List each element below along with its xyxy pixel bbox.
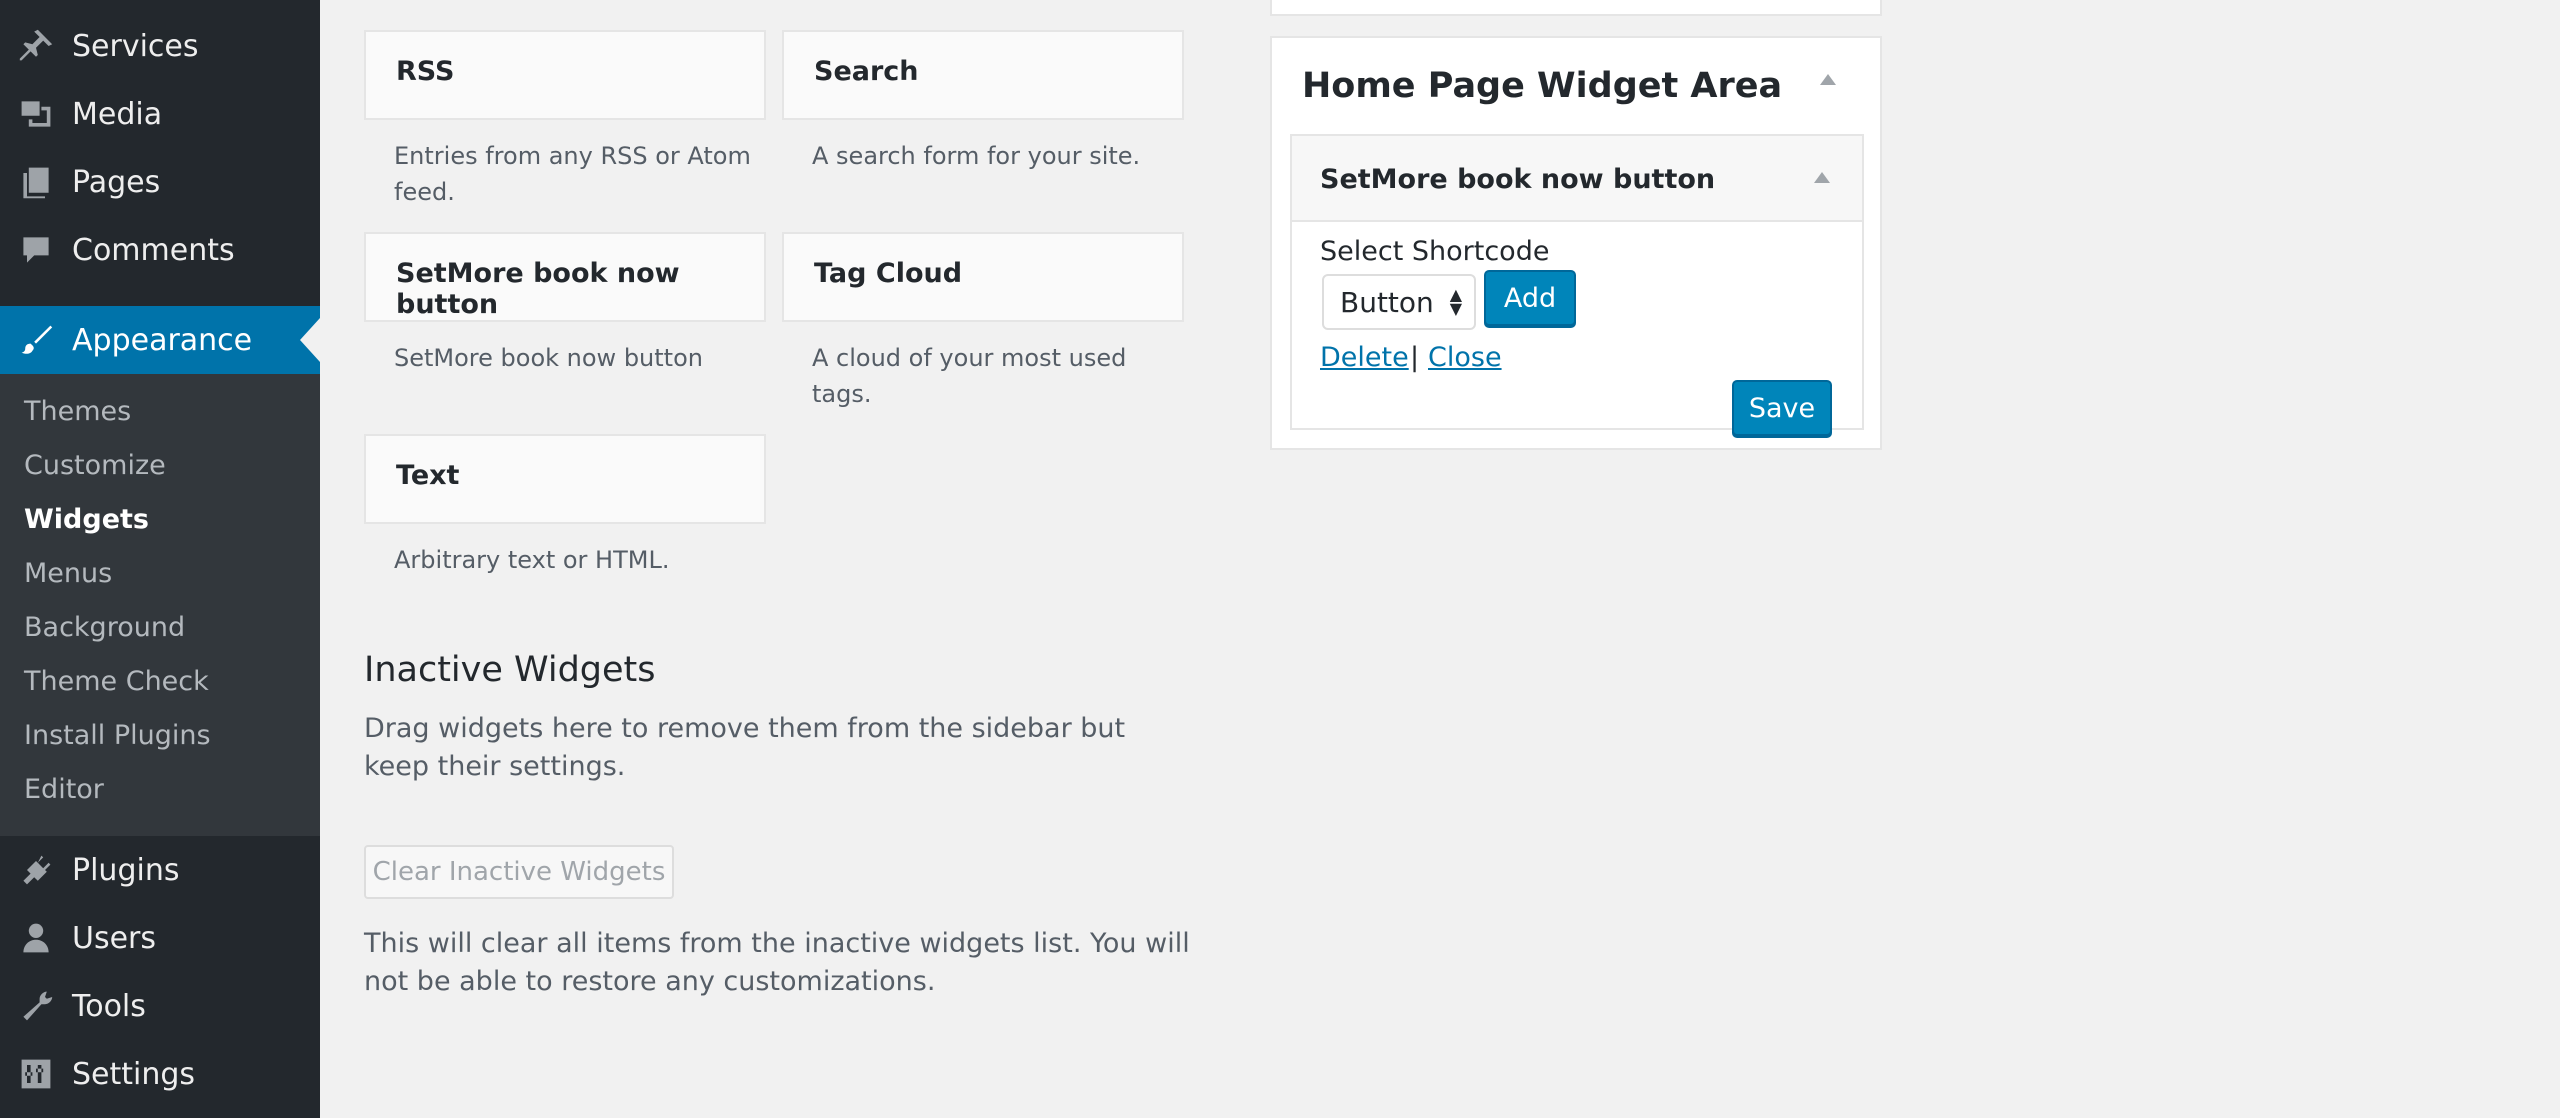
home-page-widget-area: Home Page Widget Area SetMore book now b… [1270,36,1882,450]
area-collapse-arrow-icon[interactable] [1820,74,1836,85]
menu-item-media[interactable]: Media [0,80,320,148]
widget-description: Entries from any RSS or Atom feed. [394,142,751,206]
brush-icon [16,320,56,360]
widget-area-title[interactable]: Home Page Widget Area [1302,66,1782,106]
menu-item-label: Pages [72,164,161,200]
menu-item-label: Tools [72,988,146,1024]
menu-item-label: Comments [72,232,235,268]
shortcode-select-value: Button [1340,285,1434,319]
widget-search[interactable]: Search [782,30,1184,120]
menu-item-plugins[interactable]: Plugins [0,836,320,904]
menu-item-label: Plugins [72,852,180,888]
plug-icon [16,850,56,890]
menu-item-label: Media [72,96,163,132]
select-shortcode-label: Select Shortcode [1320,236,1550,267]
submenu-item-menus[interactable]: Menus [24,558,112,589]
menu-item-label: Appearance [72,322,253,358]
widget-tag-cloud[interactable]: Tag Cloud [782,232,1184,322]
widget-title: RSS [396,56,455,87]
widget-description: A search form for your site. [812,142,1141,170]
admin-sidebar: Services Media Pages Comments Appearance… [0,0,320,1118]
menu-item-label: Users [72,920,157,956]
widget-collapse-arrow-icon[interactable] [1814,172,1830,183]
submenu-item-widgets[interactable]: Widgets [24,504,149,535]
widget-setmore-book-now-button[interactable]: SetMore book now button [364,232,766,322]
pages-icon [16,162,56,202]
submenu-item-theme-check[interactable]: Theme Check [24,666,209,697]
widget-title: Search [814,56,919,87]
widget-title: Text [396,460,460,491]
comment-icon [16,230,56,270]
previous-widget-area-panel [1270,0,1882,16]
link-separator: | [1410,342,1420,373]
submenu-item-install-plugins[interactable]: Install Plugins [24,720,211,751]
widget-description: SetMore book now button [394,344,703,372]
inactive-widgets-description[interactable]: Drag widgets here to remove them from th… [364,710,1184,786]
media-icon [16,94,56,134]
widget-title: Tag Cloud [814,258,963,289]
widget-description: A cloud of your most used tags. [812,344,1127,408]
submenu-item-themes[interactable]: Themes [24,396,131,427]
widget-description: Arbitrary text or HTML. [394,546,670,574]
menu-item-tools[interactable]: Tools [0,972,320,1040]
menu-item-comments[interactable]: Comments [0,216,320,284]
widget-rss[interactable]: RSS [364,30,766,120]
submenu-item-background[interactable]: Background [24,612,185,643]
menu-item-label: Services [72,28,199,64]
menu-item-appearance[interactable]: Appearance [0,306,320,374]
appearance-submenu: Themes Customize Widgets Menus Backgroun… [0,374,320,836]
select-arrows-icon: ▲ ▼ [1449,285,1462,318]
wrench-icon [16,986,56,1026]
shortcode-select[interactable]: Button ▲ ▼ [1322,274,1476,330]
clear-inactive-description: This will clear all items from the inact… [364,928,1190,997]
menu-item-users[interactable]: Users [0,904,320,972]
close-link[interactable]: Close [1428,342,1502,373]
settings-icon [16,1054,56,1094]
submenu-item-customize[interactable]: Customize [24,450,166,481]
add-button[interactable]: Add [1484,270,1576,326]
clear-inactive-widgets-button[interactable]: Clear Inactive Widgets [364,845,674,899]
widget-box-header[interactable]: SetMore book now button [1292,136,1862,222]
widget-title: SetMore book now button [396,258,680,320]
menu-item-services[interactable]: Services [0,12,320,80]
menu-item-settings[interactable]: Settings [0,1040,320,1108]
current-indicator [300,318,320,362]
delete-link[interactable]: Delete [1320,342,1409,373]
menu-item-label: Settings [72,1056,196,1092]
widget-text[interactable]: Text [364,434,766,524]
menu-item-pages[interactable]: Pages [0,148,320,216]
user-icon [16,918,56,958]
inactive-widgets-heading: Inactive Widgets [364,650,656,690]
setmore-widget-box: SetMore book now button Select Shortcode… [1290,134,1864,436]
submenu-item-editor[interactable]: Editor [24,774,104,805]
save-button[interactable]: Save [1732,380,1832,436]
pin-icon [16,26,56,66]
widget-box-title: SetMore book now button [1320,164,1716,195]
